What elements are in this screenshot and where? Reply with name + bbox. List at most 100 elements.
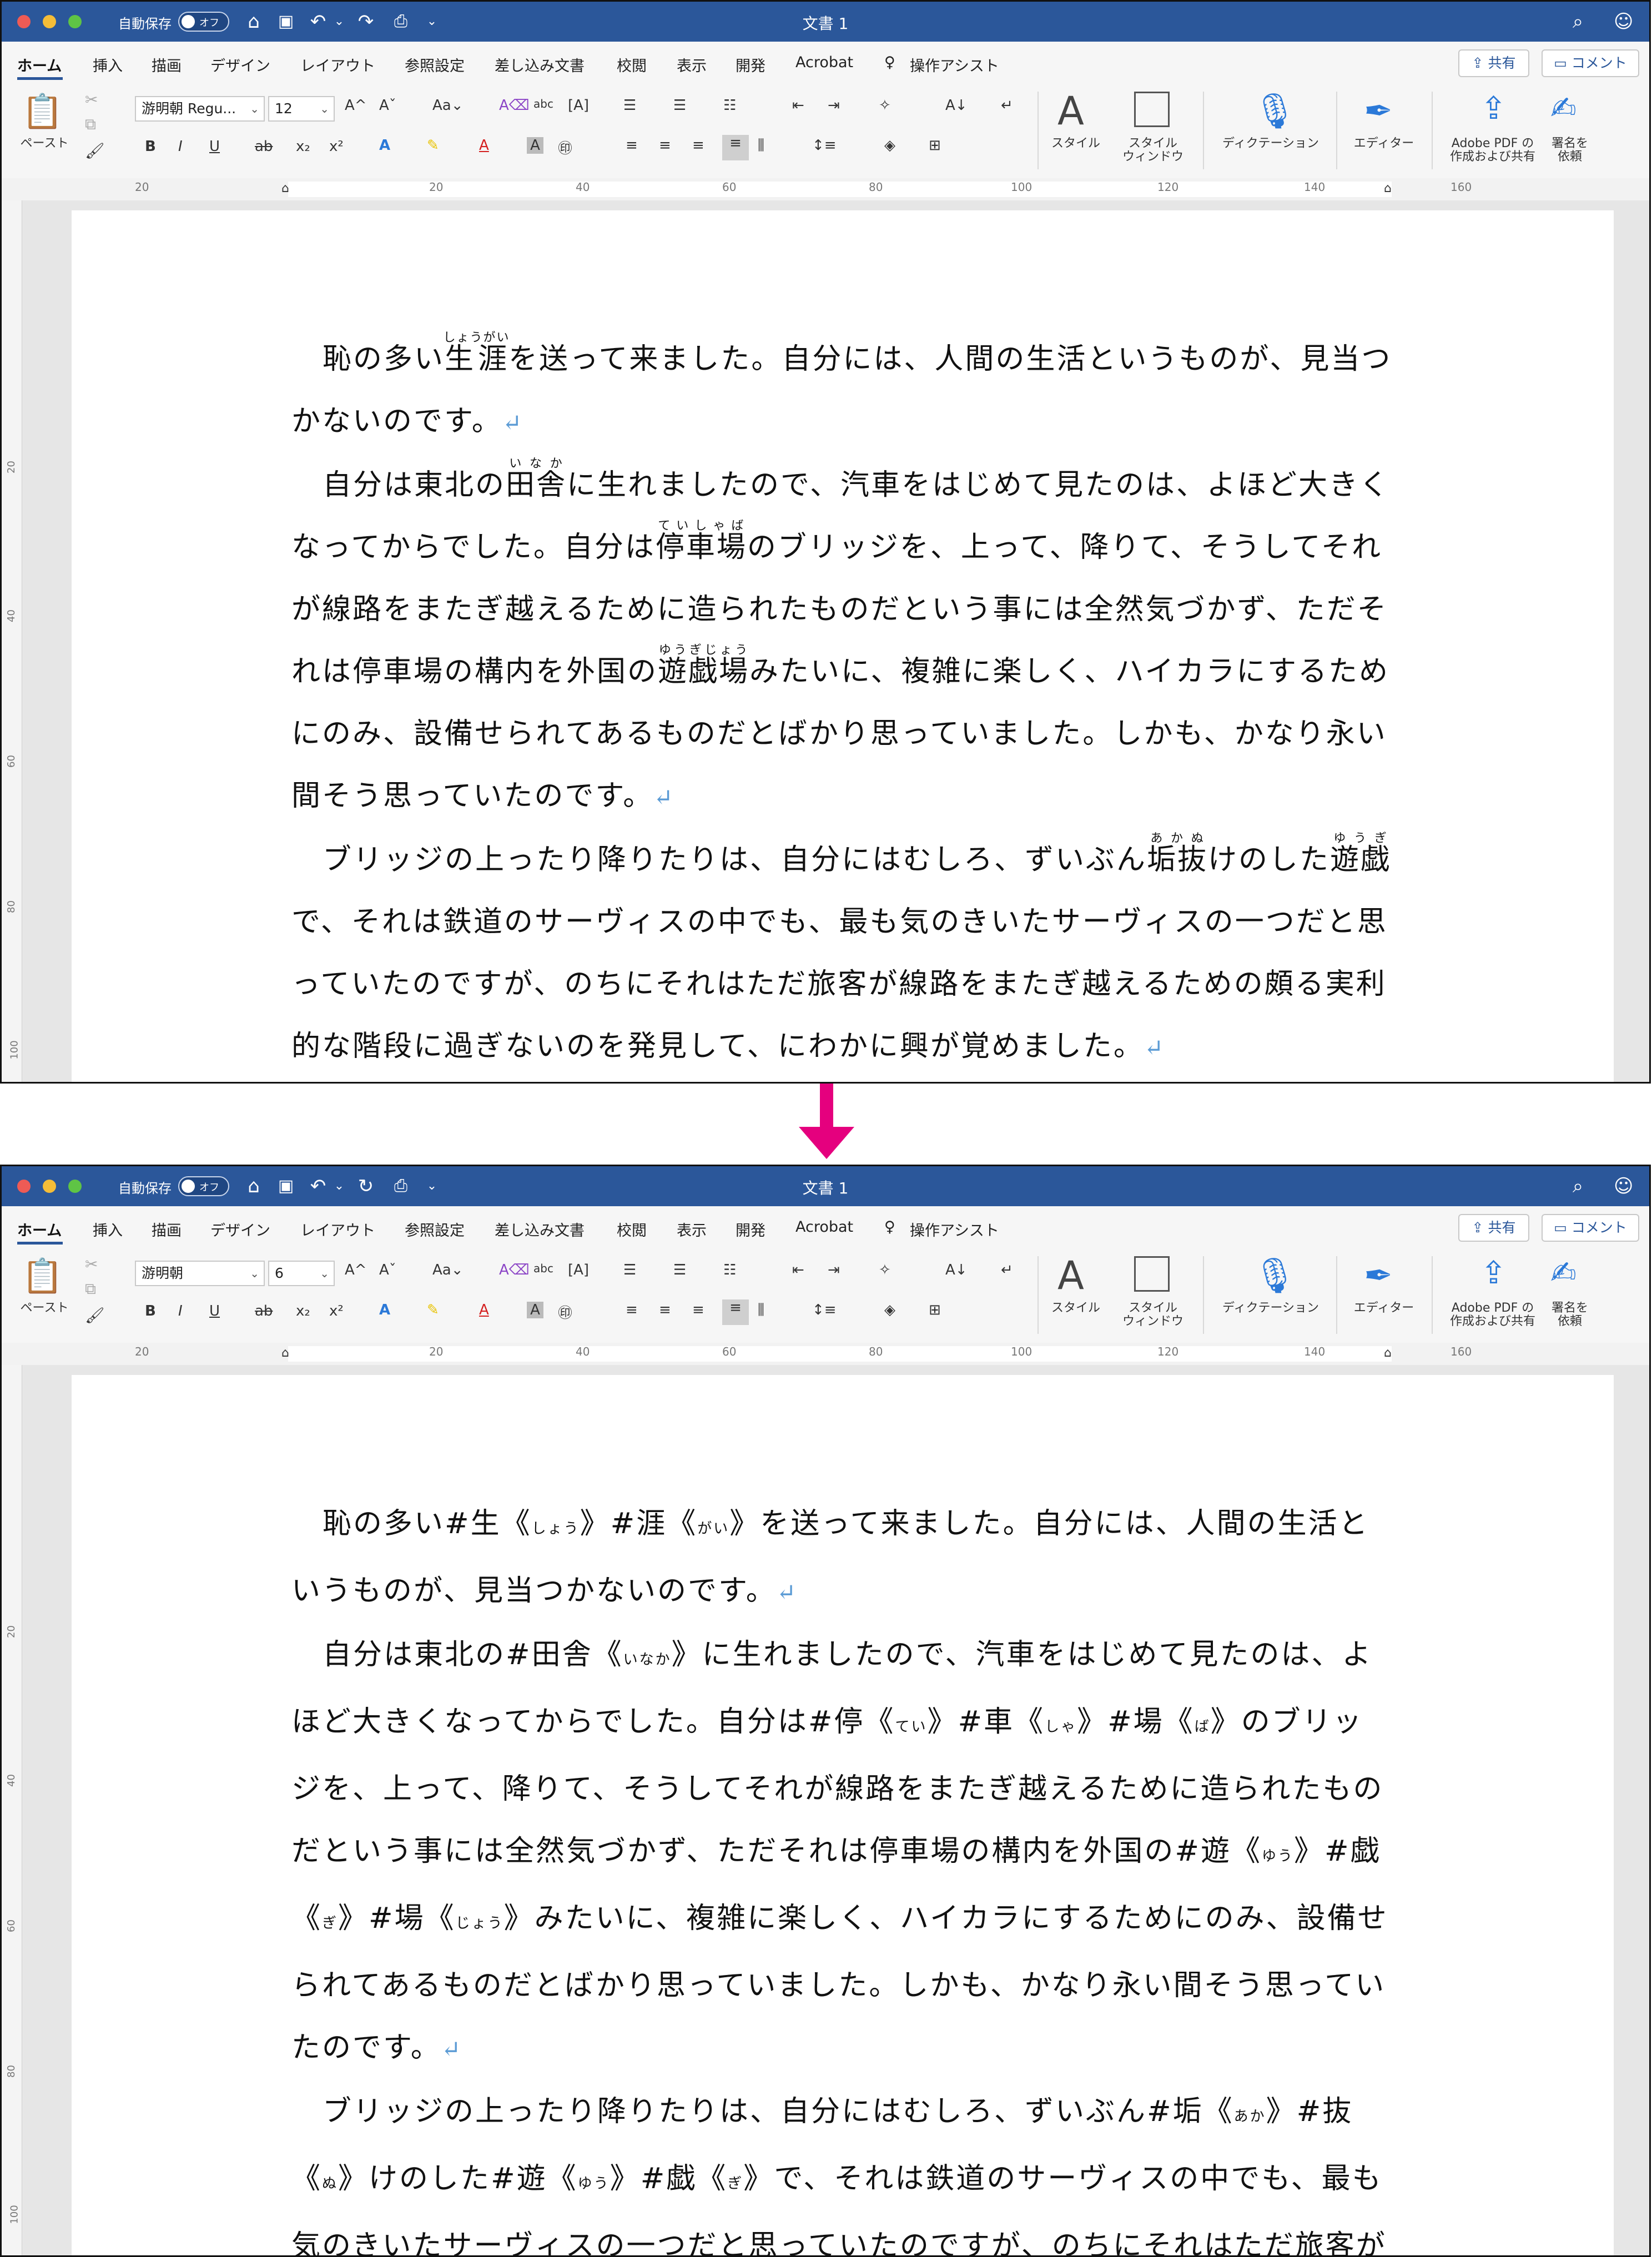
tab-references[interactable]: 参照設定 xyxy=(405,1218,465,1240)
tab-layout[interactable]: レイアウト xyxy=(300,54,375,75)
styles-icon[interactable]: A xyxy=(1057,88,1084,134)
line-spacing-icon[interactable]: ↕≡ xyxy=(812,137,837,154)
tab-home[interactable]: ホーム xyxy=(17,1218,62,1240)
justify-icon[interactable]: ≡ xyxy=(722,1299,749,1325)
document-body-after[interactable]: 恥の多い#生《しょう》#涯《がい》を送って来ました。自分には、人間の生活というも… xyxy=(291,1493,1393,2255)
styles-pane-icon[interactable] xyxy=(1134,1256,1170,1292)
tab-references[interactable]: 参照設定 xyxy=(405,54,465,75)
format-painter-icon[interactable]: 🖌 xyxy=(85,142,105,160)
shading-icon[interactable]: ◈ xyxy=(884,137,895,154)
multilevel-list-icon[interactable]: ☷ xyxy=(723,1262,736,1278)
highlight-icon[interactable]: ✎ xyxy=(427,137,439,154)
grow-font-icon[interactable]: A^ xyxy=(345,97,367,114)
phonetic-guide-icon[interactable]: abc xyxy=(533,1262,553,1275)
change-case-icon[interactable]: Aa⌄ xyxy=(432,1262,464,1278)
align-left-icon[interactable]: ≡ xyxy=(626,1302,638,1318)
adobe-pdf-icon[interactable]: ⇪ xyxy=(1480,1255,1507,1291)
tab-tell-me[interactable]: 操作アシスト xyxy=(910,54,999,75)
right-indent-marker-icon[interactable]: ⌂ xyxy=(1384,182,1392,195)
format-painter-icon[interactable]: 🖌 xyxy=(85,1306,105,1324)
tab-view[interactable]: 表示 xyxy=(677,1218,707,1240)
sort-icon[interactable]: A↓ xyxy=(945,97,968,114)
styles-pane-icon[interactable] xyxy=(1134,92,1170,127)
decrease-indent-icon[interactable]: ⇤ xyxy=(792,1262,804,1278)
tab-design[interactable]: デザイン xyxy=(210,1218,270,1240)
align-left-icon[interactable]: ≡ xyxy=(626,137,638,154)
microphone-icon[interactable]: 🎙 xyxy=(1253,1255,1297,1296)
numbering-icon[interactable]: ☰ xyxy=(673,1262,686,1278)
justify-icon[interactable]: ≡ xyxy=(722,135,749,160)
show-marks-icon[interactable]: ↵ xyxy=(1001,1262,1013,1278)
underline-button[interactable]: U xyxy=(209,138,220,155)
align-right-icon[interactable]: ≡ xyxy=(692,1302,704,1318)
right-indent-marker-icon[interactable]: ⌂ xyxy=(1384,1346,1392,1360)
borders-icon[interactable]: ⊞ xyxy=(929,1302,941,1318)
sort-icon[interactable]: A↓ xyxy=(945,1262,968,1278)
text-effects-icon[interactable]: A xyxy=(379,137,390,154)
grow-font-icon[interactable]: A^ xyxy=(345,1262,367,1278)
tab-draw[interactable]: 描画 xyxy=(152,1218,182,1240)
tab-draw[interactable]: 描画 xyxy=(152,54,182,75)
text-effects-icon[interactable]: A xyxy=(379,1302,390,1318)
comment-button[interactable]: ▭ コメント xyxy=(1542,49,1639,77)
subscript-button[interactable]: x₂ xyxy=(296,138,310,155)
editor-icon[interactable]: ✒ xyxy=(1364,90,1393,131)
share-button[interactable]: ⇪ 共有 xyxy=(1458,49,1529,77)
superscript-button[interactable]: x² xyxy=(329,1303,344,1319)
tab-developer[interactable]: 開発 xyxy=(736,54,765,75)
character-border-icon[interactable]: [A] xyxy=(568,97,589,114)
character-shading-icon[interactable]: A xyxy=(527,137,543,154)
tab-review[interactable]: 校閲 xyxy=(617,1218,647,1240)
account-icon[interactable]: ☺ xyxy=(1614,9,1633,34)
adobe-pdf-icon[interactable]: ⇪ xyxy=(1480,90,1507,127)
enclosed-character-icon[interactable]: ㊞ xyxy=(558,137,572,158)
tab-mailings[interactable]: 差し込み文書 xyxy=(495,1218,585,1240)
copy-icon[interactable]: ⧉ xyxy=(85,115,96,134)
highlight-icon[interactable]: ✎ xyxy=(427,1302,439,1318)
decrease-indent-icon[interactable]: ⇤ xyxy=(792,97,804,114)
share-button[interactable]: ⇪ 共有 xyxy=(1458,1214,1529,1242)
copy-icon[interactable]: ⧉ xyxy=(85,1279,96,1298)
cut-icon[interactable]: ✂ xyxy=(85,90,98,109)
font-size-dropdown[interactable]: 6 ⌄ xyxy=(268,1261,335,1286)
italic-button[interactable]: I xyxy=(178,1303,183,1319)
tab-insert[interactable]: 挿入 xyxy=(93,1218,123,1240)
account-icon[interactable]: ☺ xyxy=(1614,1174,1633,1198)
font-color-icon[interactable]: A xyxy=(479,137,489,154)
underline-button[interactable]: U xyxy=(209,1303,220,1319)
align-right-icon[interactable]: ≡ xyxy=(692,137,704,154)
bullets-icon[interactable]: ☰ xyxy=(623,1262,636,1278)
horizontal-ruler[interactable]: 20 20 40 60 80 100 120 140 160 ⌂ ⌂ xyxy=(2,1343,1649,1366)
tab-design[interactable]: デザイン xyxy=(210,54,270,75)
character-border-icon[interactable]: [A] xyxy=(568,1262,589,1278)
distributed-icon[interactable]: ⫼ xyxy=(758,137,764,154)
clear-format-icon[interactable]: A⌫ xyxy=(499,1262,530,1278)
font-color-icon[interactable]: A xyxy=(479,1302,489,1318)
clear-format-icon[interactable]: A⌫ xyxy=(499,97,530,114)
editor-icon[interactable]: ✒ xyxy=(1364,1255,1393,1296)
tab-home[interactable]: ホーム xyxy=(17,54,62,75)
tab-developer[interactable]: 開発 xyxy=(736,1218,765,1240)
document-body-before[interactable]: 恥の多い生涯しょうがいを送って来ました。自分には、人間の生活というものが、見当つ… xyxy=(291,328,1393,1079)
tab-mailings[interactable]: 差し込み文書 xyxy=(495,54,585,75)
styles-icon[interactable]: A xyxy=(1057,1253,1084,1298)
shading-icon[interactable]: ◈ xyxy=(884,1302,895,1318)
paste-icon[interactable]: 📋 xyxy=(22,92,63,131)
search-icon[interactable]: ⌕ xyxy=(1573,9,1583,34)
change-case-icon[interactable]: Aa⌄ xyxy=(432,97,464,114)
multilevel-list-icon[interactable]: ☷ xyxy=(723,97,736,114)
paste-icon[interactable]: 📋 xyxy=(22,1256,63,1296)
text-direction-icon[interactable]: ✧ xyxy=(879,1262,891,1278)
superscript-button[interactable]: x² xyxy=(329,138,344,155)
distributed-icon[interactable]: ⫼ xyxy=(758,1302,764,1319)
text-direction-icon[interactable]: ✧ xyxy=(879,97,891,114)
bold-button[interactable]: B xyxy=(145,138,156,155)
font-size-dropdown[interactable]: 12 ⌄ xyxy=(268,96,335,122)
strikethrough-button[interactable]: ab xyxy=(255,1303,273,1319)
microphone-icon[interactable]: 🎙 xyxy=(1253,90,1297,132)
italic-button[interactable]: I xyxy=(178,138,183,155)
shrink-font-icon[interactable]: Aˇ xyxy=(379,97,396,114)
tab-review[interactable]: 校閲 xyxy=(617,54,647,75)
tab-tell-me[interactable]: 操作アシスト xyxy=(910,1218,999,1240)
enclosed-character-icon[interactable]: ㊞ xyxy=(558,1302,572,1322)
